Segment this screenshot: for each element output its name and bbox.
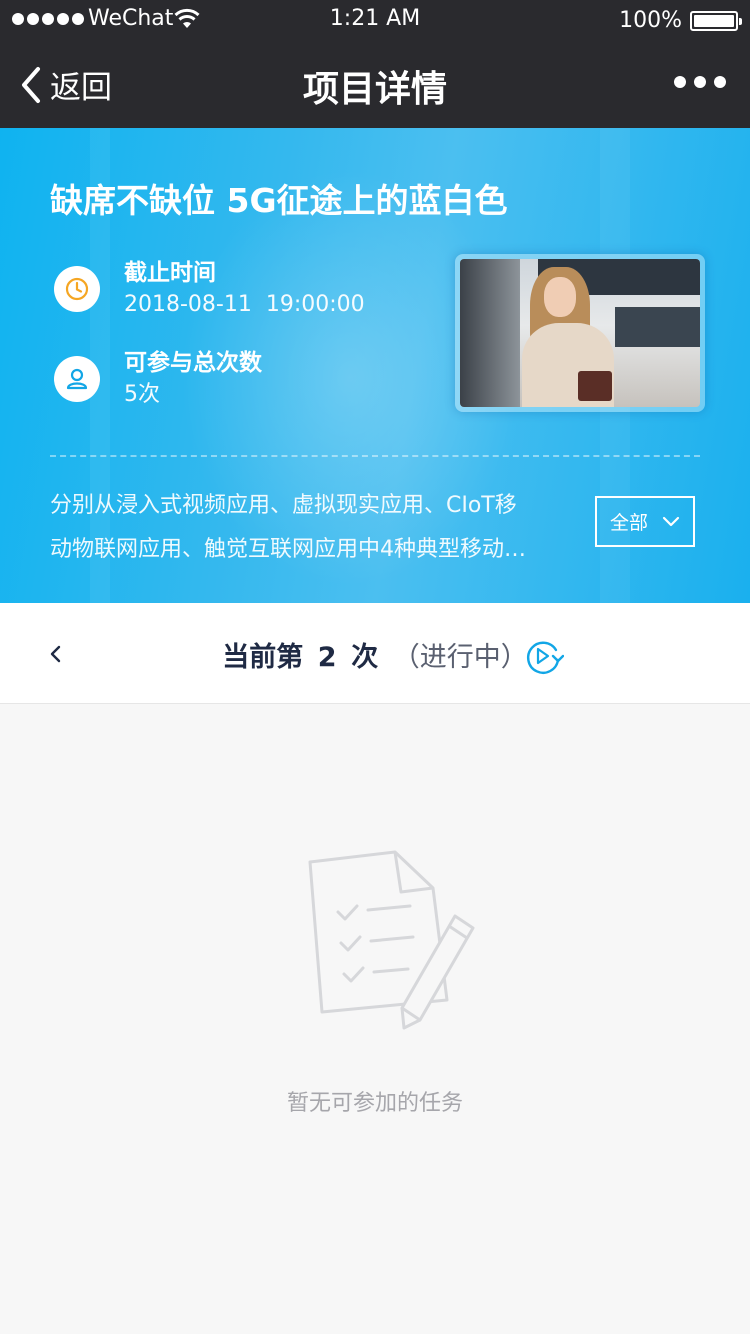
deadline-label: 截止时间 — [124, 260, 216, 286]
chevron-down-icon — [662, 516, 680, 526]
participation-value: 5次 — [124, 382, 160, 407]
navigation-bar: 返回 项目详情 — [0, 42, 750, 128]
page-title: 项目详情 — [302, 69, 447, 110]
project-hero: 缺席不缺位 5G征途上的蓝白色 截止时间 2018-08-11 19:00:00… — [0, 128, 750, 603]
project-title: 缺席不缺位 5G征途上的蓝白色 — [50, 181, 508, 220]
description-line: 分别从浸入式视频应用、虚拟现实应用、CIoT移 — [50, 493, 517, 518]
battery-percent: 100% — [619, 8, 682, 33]
deadline-row: 截止时间 2018-08-11 19:00:00 — [54, 258, 365, 322]
more-dot-icon — [694, 76, 706, 88]
project-description: 分别从浸入式视频应用、虚拟现实应用、CIoT移 动物联网应用、触觉互联网应用中4… — [50, 484, 580, 572]
refresh-play-icon[interactable] — [522, 636, 564, 676]
round-prefix: 当前第 — [222, 642, 304, 673]
user-icon — [54, 356, 100, 402]
checklist-pencil-icon — [308, 850, 475, 1030]
round-number: 2 — [317, 642, 337, 673]
thumbnail-image — [460, 259, 700, 407]
divider-dashed — [50, 455, 700, 457]
deadline-value: 2018-08-11 19:00:00 — [124, 292, 365, 317]
more-dot-icon — [674, 76, 686, 88]
expand-all-label: 全部 — [609, 512, 648, 534]
round-status: （进行中） — [392, 642, 528, 673]
participation-label: 可参与总次数 — [124, 350, 262, 376]
round-selector: 当前第 2 次 （进行中） — [0, 603, 750, 704]
more-dot-icon — [714, 76, 726, 88]
round-suffix: 次 — [351, 642, 379, 673]
top-bar: WeChat 1:21 AM 100% 返回 项目详情 — [0, 0, 750, 128]
project-thumbnail[interactable] — [455, 254, 705, 412]
clock-icon — [54, 266, 100, 312]
more-menu-button[interactable] — [674, 76, 726, 88]
participation-row: 可参与总次数 5次 — [54, 348, 262, 412]
status-bar: WeChat 1:21 AM 100% — [0, 0, 750, 42]
expand-all-button[interactable]: 全部 — [595, 496, 695, 547]
current-round-label: 当前第 2 次 （进行中） — [0, 635, 750, 674]
description-line: 动物联网应用、触觉互联网应用中4种典型移动… — [50, 537, 526, 562]
empty-state-message: 暂无可参加的任务 — [286, 1091, 463, 1116]
battery-icon — [690, 11, 742, 31]
